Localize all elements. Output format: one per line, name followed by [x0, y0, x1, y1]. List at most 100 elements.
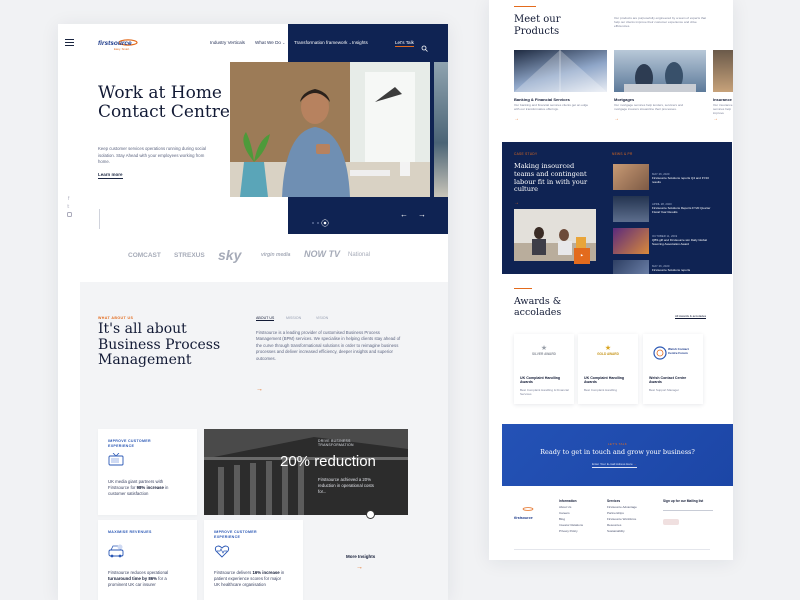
insight-card-maximise-revenues[interactable]: MAXIMISE REVENUES Firstsource reduces op…	[98, 520, 197, 600]
cta-banner: LET'S TALK Ready to get in touch and gro…	[502, 424, 733, 486]
footer-link[interactable]: Careers	[559, 511, 570, 515]
badge-text: SILVER AWARD	[532, 352, 556, 356]
twitter-icon[interactable]: 𝕥	[67, 204, 69, 210]
footer-link[interactable]: Firstsource Workforce	[607, 517, 636, 521]
news-thumbnail[interactable]	[613, 196, 649, 222]
instagram-icon[interactable]	[67, 212, 72, 217]
case-study-kicker: CASE STUDY	[514, 152, 538, 156]
insight-card-business-transformation[interactable]: DRIVE BUSINESS TRANSFORMATION 20% reduct…	[204, 429, 408, 515]
card-label: IMPROVE CUSTOMER EXPERIENCE	[108, 439, 151, 448]
footer-link[interactable]: Blog	[559, 517, 565, 521]
firstsource-logo[interactable]: firstsource Easy. Smart.	[98, 34, 138, 52]
star-icon: ★	[540, 345, 548, 352]
footer-link[interactable]: Resources	[607, 523, 621, 527]
homepage-left: firstsource Easy. Smart. Industry Vertic…	[58, 24, 448, 600]
award-title: UK Complaint Handling Awards	[584, 376, 625, 385]
all-awards-link[interactable]: All Awards & accolades	[675, 314, 707, 319]
insight-card-patient-experience[interactable]: IMPROVE CUSTOMER EXPERIENCE Firstsource …	[204, 520, 303, 600]
email-input[interactable]: Enter Your E-mail Adress Here →	[592, 462, 637, 468]
award-card[interactable]: ★ SILVER AWARD UK Complaint Handling Awa…	[514, 334, 574, 404]
gold-award-badge: ★ GOLD AWARD	[586, 344, 630, 368]
card-label: IMPROVE CUSTOMER EXPERIENCE	[214, 530, 257, 539]
nav-transformation-framework[interactable]: Transformation framework ⌄	[294, 40, 352, 45]
silver-award-badge: ★ SILVER AWARD	[522, 344, 566, 368]
news-kicker: NEWS & PR	[612, 152, 633, 156]
about-arrow-icon[interactable]: →	[256, 386, 263, 393]
news-thumbnail[interactable]	[613, 260, 649, 274]
footer-link[interactable]: Firstsource Advantage	[607, 505, 637, 509]
carousel-next-arrow-icon[interactable]: →	[418, 210, 426, 219]
hero-image	[230, 62, 430, 197]
lets-talk-button[interactable]: Let's Talk	[395, 40, 414, 47]
facebook-icon[interactable]: f	[68, 196, 69, 202]
badge-text: GOLD AWARD	[597, 352, 619, 356]
tab-about-us[interactable]: ABOUT US	[256, 316, 275, 321]
product-title-insurance[interactable]: Insurance	[713, 97, 732, 102]
card-text: Firstsource reduces operational turnarou…	[108, 570, 169, 588]
search-icon[interactable]	[421, 39, 428, 57]
footer-logo[interactable]: firstsource	[514, 498, 534, 520]
product-desc: Our mortgage services help lenders, serv…	[614, 103, 684, 112]
news-headline[interactable]: Firstsource Solutions reports Q4 and FY2…	[652, 176, 712, 185]
signup-heading: Sign up for our Mailing list	[663, 499, 704, 503]
products-title: Meet our Products	[514, 14, 561, 37]
homepage-right: Meet our Products Our products are purpo…	[489, 0, 733, 560]
product-title-banking[interactable]: Banking & Financial Services	[514, 97, 570, 102]
footer-link[interactable]: Sustainability	[607, 529, 625, 533]
logo-text: firstsource	[98, 40, 132, 47]
product-title-mortgages[interactable]: Mortgages	[614, 97, 634, 102]
more-insights-arrow-icon[interactable]: →	[356, 564, 363, 571]
news-headline[interactable]: Firstsource Solutions Reports FY20 Quart…	[652, 206, 712, 215]
news-thumbnail[interactable]	[613, 164, 649, 190]
about-title: It's all about Business Process Manageme…	[98, 321, 221, 368]
footer-link[interactable]: Privacy Policy	[559, 529, 578, 533]
nav-industry-verticals[interactable]: Industry Verticals	[210, 40, 245, 45]
heart-pulse-icon	[214, 544, 230, 563]
hamburger-menu-icon[interactable]	[65, 39, 74, 46]
product-desc: Our insurance services help improve outc…	[713, 103, 733, 115]
signup-input[interactable]	[663, 510, 713, 511]
award-card[interactable]: Welsh Contact Centre Forum Welsh Contact…	[643, 334, 703, 404]
product-arrow-icon[interactable]: →	[614, 116, 619, 122]
tab-mission[interactable]: MISSION	[286, 316, 301, 320]
client-logo-strexus: STREXUS	[174, 252, 205, 259]
cta-kicker: LET'S TALK	[607, 442, 628, 446]
submit-arrow-icon[interactable]: →	[634, 462, 637, 466]
card-text: Firstsource achieved a 20% reduction in …	[318, 477, 374, 495]
product-image-mortgages[interactable]	[614, 50, 706, 92]
news-thumbnail[interactable]	[613, 228, 649, 254]
insight-card-customer-experience[interactable]: IMPROVE CUSTOMER EXPERIENCE UK media gia…	[98, 429, 197, 515]
circle-logo-icon	[653, 346, 667, 360]
tab-vision[interactable]: VISION	[316, 316, 328, 320]
nav-insights[interactable]: Insights	[352, 40, 368, 45]
about-kicker: WHAT ABOUT US	[98, 316, 134, 320]
learn-more-link[interactable]: Learn more	[98, 172, 123, 179]
case-study-title[interactable]: Making insourced teams and contingent la…	[514, 162, 594, 194]
award-subtitle: Best Support Manager	[649, 388, 680, 392]
footer-link[interactable]: Investor Relations	[559, 523, 583, 527]
footer-link[interactable]: About Us	[559, 505, 571, 509]
product-image-banking[interactable]	[514, 50, 607, 92]
product-arrow-icon[interactable]: →	[713, 116, 718, 122]
card-headline: 20% reduction	[280, 453, 376, 470]
client-logo-national: National	[348, 252, 371, 258]
scroll-indicator	[99, 209, 100, 229]
product-arrow-icon[interactable]: →	[514, 116, 519, 122]
product-image-insurance[interactable]	[713, 50, 733, 92]
news-headline[interactable]: Firstsource Solutions reports	[652, 268, 712, 273]
news-headline[interactable]: QBS gift and Firstsource win Daily Globa…	[652, 238, 712, 247]
carousel-prev-arrow-icon[interactable]: ←	[400, 210, 408, 219]
case-study-arrow-icon[interactable]: →	[514, 200, 519, 206]
nav-what-we-do[interactable]: What We Do ⌄	[255, 40, 285, 45]
badge-text: Welsh Contact Centre Forum	[668, 347, 689, 355]
case-study-news-section: CASE STUDY Making insourced teams and co…	[502, 142, 732, 274]
awards-kicker-line	[514, 288, 532, 289]
case-study-badge: ▶	[574, 248, 590, 264]
more-insights-link[interactable]: More Insights	[346, 554, 375, 559]
footer-link[interactable]: Partnerships	[607, 511, 624, 515]
about-body: Firstsource is a leading provider of cus…	[256, 330, 401, 361]
client-logo-nowtv: NOW TV	[304, 249, 340, 259]
award-subtitle: Best Complaint Handling	[584, 388, 618, 392]
car-icon	[108, 544, 124, 563]
award-card[interactable]: ★ GOLD AWARD UK Complaint Handling Award…	[578, 334, 638, 404]
